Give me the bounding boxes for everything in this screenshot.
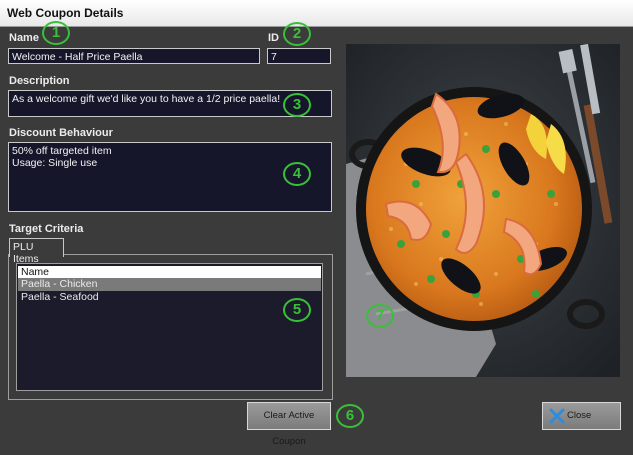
list-item[interactable]: Paella - Chicken xyxy=(18,278,321,291)
close-icon xyxy=(549,408,565,424)
clear-active-coupon-label: Clear Active Coupon xyxy=(263,410,315,447)
paella-photo xyxy=(346,44,620,377)
close-label: Close xyxy=(567,410,592,421)
target-criteria-label: Target Criteria xyxy=(9,223,84,235)
callout-6: 6 xyxy=(336,404,364,428)
callout-1: 1 xyxy=(42,21,70,45)
callout-5: 5 xyxy=(283,298,311,322)
list-header-name[interactable]: Name xyxy=(18,266,321,278)
name-label: Name xyxy=(9,32,39,44)
plu-items-list[interactable]: Name Paella - Chicken Paella - Seafood xyxy=(16,263,323,391)
tab-plu-items[interactable]: PLU Items xyxy=(9,238,64,265)
callout-2: 2 xyxy=(283,22,311,46)
name-field[interactable]: Welcome - Half Price Paella xyxy=(8,48,260,64)
title-bar: Web Coupon Details xyxy=(0,0,633,27)
callout-3: 3 xyxy=(283,93,311,117)
close-button[interactable]: Close xyxy=(542,402,621,430)
coupon-image xyxy=(346,44,620,377)
id-field[interactable]: 7 xyxy=(267,48,331,64)
description-label: Description xyxy=(9,75,70,87)
window-title: Web Coupon Details xyxy=(7,6,124,20)
discount-behaviour-label: Discount Behaviour xyxy=(9,127,113,139)
clear-active-coupon-button[interactable]: Clear Active Coupon xyxy=(247,402,331,447)
list-item[interactable]: Paella - Seafood xyxy=(18,291,321,304)
callout-4: 4 xyxy=(283,162,311,186)
callout-7: 7 xyxy=(366,304,394,328)
id-label: ID xyxy=(268,32,279,44)
